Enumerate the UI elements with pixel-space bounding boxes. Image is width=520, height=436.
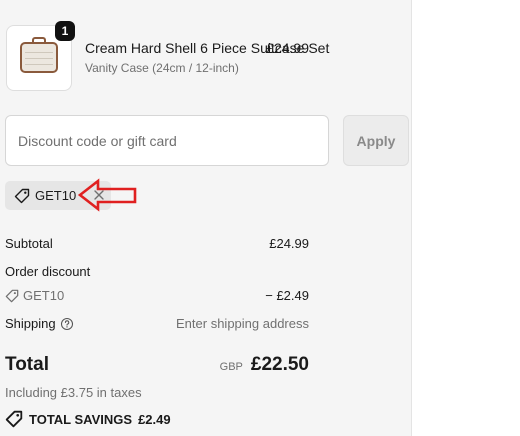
order-summary-panel: 1 Cream Hard Shell 6 Piece Suitcase Set … — [0, 0, 412, 436]
suitcase-rib — [25, 64, 53, 65]
tag-icon — [5, 289, 19, 302]
total-amount: £22.50 — [250, 354, 309, 375]
total-value: GBP £22.50 — [220, 354, 309, 376]
discount-code-row: GET10 — [5, 288, 64, 303]
tag-icon — [14, 188, 30, 203]
quantity-badge: 1 — [55, 21, 75, 41]
suitcase-rib — [25, 58, 53, 59]
discount-code-input[interactable] — [5, 115, 329, 166]
savings-value: £2.49 — [138, 411, 171, 427]
applied-code-label: GET10 — [35, 188, 77, 203]
product-variant: Vanity Case (24cm / 12-inch) — [85, 61, 239, 75]
total-currency: GBP — [219, 361, 243, 373]
apply-discount-button[interactable]: Apply — [343, 115, 409, 166]
discount-value: − £2.49 — [265, 288, 309, 303]
shipping-row: Shipping — [5, 316, 74, 331]
product-price: £24.99 — [266, 40, 309, 56]
help-circle-icon[interactable] — [60, 317, 74, 331]
shipping-label: Shipping — [5, 316, 56, 331]
savings-label: TOTAL SAVINGS — [29, 411, 133, 427]
subtotal-label: Subtotal — [5, 236, 53, 251]
total-savings: TOTAL SAVINGS £2.49 — [5, 410, 171, 428]
suitcase-icon — [20, 42, 58, 73]
order-discount-label: Order discount — [5, 264, 91, 279]
total-label: Total — [5, 354, 49, 375]
left-arrow-annotation — [77, 178, 137, 212]
shipping-value: Enter shipping address — [176, 316, 309, 331]
suitcase-rib — [25, 52, 53, 53]
subtotal-value: £24.99 — [269, 236, 309, 251]
discount-code-text: GET10 — [23, 288, 65, 303]
tag-icon — [5, 410, 23, 428]
taxes-note: Including £3.75 in taxes — [5, 385, 142, 400]
